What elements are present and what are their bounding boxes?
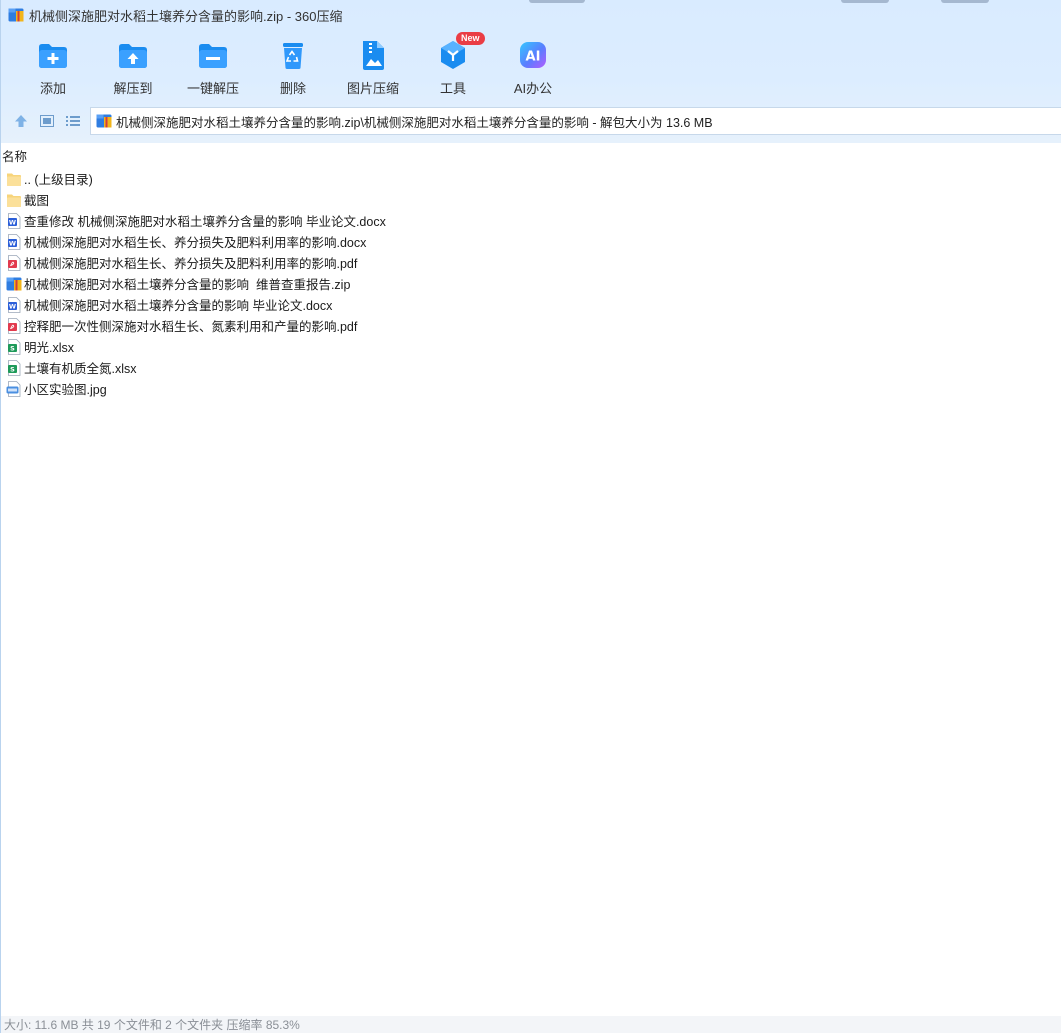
file-name: 土壤有机质全氮.xlsx <box>24 362 137 376</box>
header-area: 机械侧深施肥对水稻土壤养分含量的影响.zip - 360压缩 添加 解压到 一键… <box>1 0 1061 143</box>
file-list: .. (上级目录) 截图 W 查重修改 机械侧深施肥对水稻土壤养分含量的影响 毕… <box>1 168 1061 399</box>
list-item[interactable]: W 机械侧深施肥对水稻土壤养分含量的影响 毕业论文.docx <box>1 294 1061 315</box>
column-header-name[interactable]: 名称 <box>1 146 27 165</box>
list-item[interactable]: 机械侧深施肥对水稻土壤养分含量的影响 维普查重报告.zip <box>1 273 1061 294</box>
status-bar: 大小: 11.6 MB 共 19 个文件和 2 个文件夹 压缩率 85.3% <box>1 1016 1061 1033</box>
file-name: 控释肥一次性侧深施对水稻生长、氮素利用和产量的影响.pdf <box>24 320 358 334</box>
file-name: 机械侧深施肥对水稻土壤养分含量的影响 维普查重报告.zip <box>24 278 351 292</box>
file-name: 明光.xlsx <box>24 341 75 355</box>
list-item[interactable]: W 查重修改 机械侧深施肥对水稻土壤养分含量的影响 毕业论文.docx <box>1 210 1061 231</box>
one-click-extract-label: 一键解压 <box>186 81 239 96</box>
folder-icon <box>7 194 21 207</box>
toolbar: 添加 解压到 一键解压 删除 图片压缩 New 工具 AI AI办公 <box>13 32 573 100</box>
svg-text:W: W <box>9 302 16 310</box>
titlebar-shadow <box>841 0 889 3</box>
list-header: 名称 <box>1 145 1061 165</box>
zip-archive-icon <box>6 277 22 290</box>
extract-to-icon <box>119 44 147 68</box>
svg-text:W: W <box>9 239 16 247</box>
delete-button[interactable]: 删除 <box>253 36 333 100</box>
word-document-icon: W <box>8 212 21 229</box>
folder-icon <box>7 173 21 186</box>
add-archive-icon <box>39 44 67 68</box>
svg-text:S: S <box>10 365 15 373</box>
file-name: 查重修改 机械侧深施肥对水稻土壤养分含量的影响 毕业论文.docx <box>24 215 386 229</box>
list-view-icon <box>66 116 80 126</box>
svg-text:S: S <box>10 344 15 352</box>
svg-text:AI: AI <box>526 50 541 65</box>
zip-archive-icon <box>96 114 112 128</box>
image-compress-button[interactable]: 图片压缩 <box>333 36 413 100</box>
one-click-extract-button[interactable]: 一键解压 <box>173 36 253 100</box>
tools-label: 工具 <box>439 81 466 96</box>
tools-button[interactable]: New 工具 <box>413 32 493 100</box>
zip-archive-icon <box>8 8 24 22</box>
file-name: 机械侧深施肥对水稻生长、养分损失及肥料利用率的影响.docx <box>24 236 367 250</box>
address-path: 机械侧深施肥对水稻土壤养分含量的影响.zip\机械侧深施肥对水稻土壤养分含量的影… <box>116 115 713 130</box>
delete-label: 删除 <box>279 81 306 96</box>
address-bar[interactable]: 机械侧深施肥对水稻土壤养分含量的影响.zip\机械侧深施肥对水稻土壤养分含量的影… <box>90 107 1061 135</box>
archive-window: 机械侧深施肥对水稻土壤养分含量的影响.zip - 360压缩 添加 解压到 一键… <box>0 0 1061 1033</box>
ai-office-label: AI办公 <box>513 81 553 96</box>
image-compress-icon <box>363 41 384 70</box>
title-bar[interactable]: 机械侧深施肥对水稻土壤养分含量的影响.zip - 360压缩 <box>1 0 1061 30</box>
list-item[interactable]: W 机械侧深施肥对水稻生长、养分损失及肥料利用率的影响.docx <box>1 231 1061 252</box>
list-item[interactable]: S 土壤有机质全氮.xlsx <box>1 357 1061 378</box>
titlebar-shadow <box>529 0 585 3</box>
list-item[interactable]: 机械侧深施肥对水稻生长、养分损失及肥料利用率的影响.pdf <box>1 252 1061 273</box>
pdf-document-icon <box>8 254 21 271</box>
jpg-image-icon <box>6 380 21 397</box>
window-title: 机械侧深施肥对水稻土壤养分含量的影响.zip - 360压缩 <box>29 8 343 24</box>
extract-to-button[interactable]: 解压到 <box>93 36 173 100</box>
arrow-up-icon <box>15 115 27 127</box>
up-level-button[interactable] <box>12 112 30 130</box>
one-click-extract-icon <box>199 44 227 68</box>
navigation-bar: 机械侧深施肥对水稻土壤养分含量的影响.zip\机械侧深施肥对水稻土壤养分含量的影… <box>1 106 1061 136</box>
list-item[interactable]: 截图 <box>1 189 1061 210</box>
list-view-button[interactable] <box>64 112 82 130</box>
file-name: 机械侧深施肥对水稻土壤养分含量的影响 毕业论文.docx <box>24 299 333 313</box>
word-document-icon: W <box>8 233 21 250</box>
ai-office-icon: AI <box>520 42 546 68</box>
image-compress-label: 图片压缩 <box>346 81 399 96</box>
list-item-parent-directory[interactable]: .. (上级目录) <box>1 168 1061 189</box>
file-name: 截图 <box>24 194 50 208</box>
titlebar-shadow <box>941 0 989 3</box>
status-text: 大小: 11.6 MB 共 19 个文件和 2 个文件夹 压缩率 85.3% <box>4 1018 300 1032</box>
extract-to-label: 解压到 <box>113 81 153 96</box>
recycle-bin-icon <box>283 43 303 69</box>
add-button-label: 添加 <box>39 81 66 96</box>
word-document-icon: W <box>8 296 21 313</box>
file-name: 小区实验图.jpg <box>24 383 107 397</box>
list-item[interactable]: 控释肥一次性侧深施对水稻生长、氮素利用和产量的影响.pdf <box>1 315 1061 336</box>
thumbnail-view-button[interactable] <box>38 112 56 130</box>
list-item[interactable]: S 明光.xlsx <box>1 336 1061 357</box>
thumbnail-view-icon <box>40 115 54 127</box>
svg-text:W: W <box>9 218 16 226</box>
new-badge: New <box>456 32 485 45</box>
add-button[interactable]: 添加 <box>13 36 93 100</box>
excel-spreadsheet-icon: S <box>8 338 21 355</box>
list-item[interactable]: 小区实验图.jpg <box>1 378 1061 399</box>
pdf-document-icon <box>8 317 21 334</box>
ai-office-button[interactable]: AI AI办公 <box>493 36 573 100</box>
excel-spreadsheet-icon: S <box>8 359 21 376</box>
file-name: 机械侧深施肥对水稻生长、养分损失及肥料利用率的影响.pdf <box>24 257 358 271</box>
file-name: .. (上级目录) <box>24 173 93 187</box>
